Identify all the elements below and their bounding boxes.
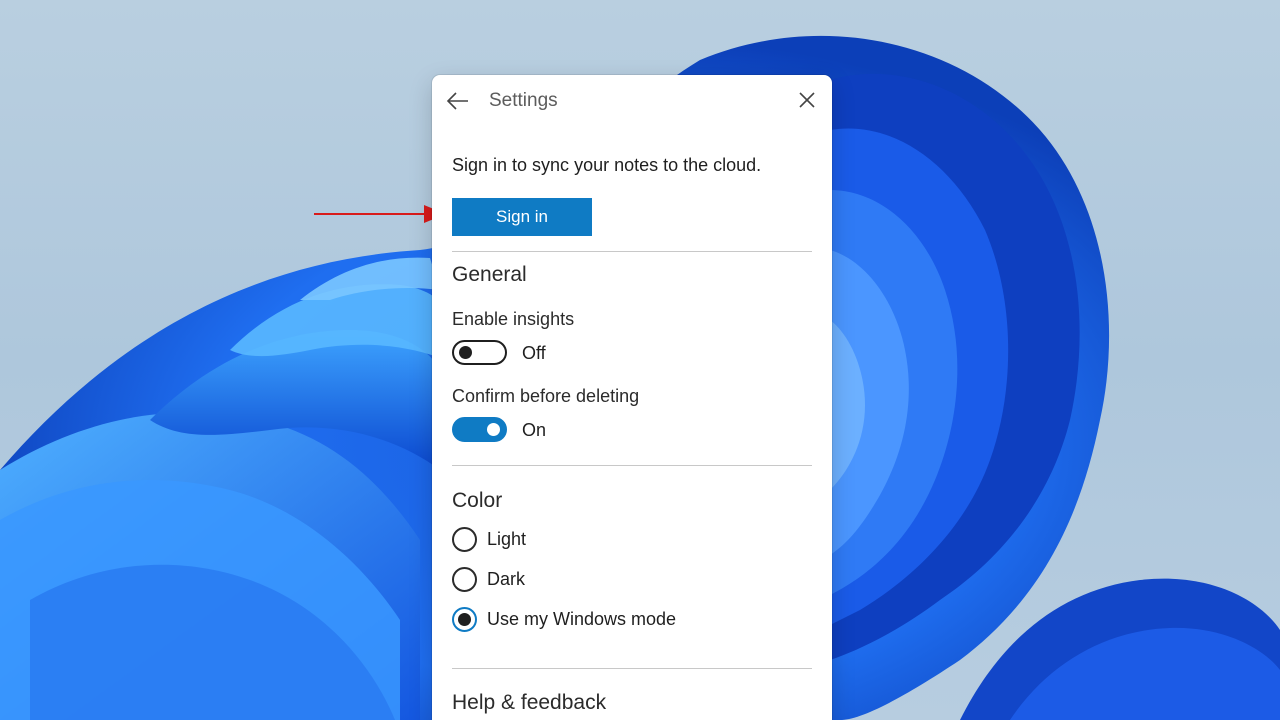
confirm-delete-label: Confirm before deleting	[452, 386, 640, 406]
radio-button[interactable]	[452, 527, 477, 552]
radio-option-dark[interactable]: Dark	[452, 567, 752, 593]
divider	[452, 465, 812, 466]
radio-button[interactable]	[452, 607, 477, 632]
enable-insights-state: Off	[522, 343, 546, 363]
radio-selected-dot	[458, 613, 471, 626]
general-heading: General	[452, 263, 527, 286]
radio-option-light[interactable]: Light	[452, 527, 752, 553]
back-button[interactable]	[444, 87, 472, 115]
divider	[452, 668, 812, 669]
title-bar: Settings	[432, 75, 832, 127]
divider	[452, 251, 812, 252]
arrow-left-icon	[446, 92, 468, 110]
confirm-delete-state: On	[522, 420, 547, 440]
sync-message: Sign in to sync your notes to the cloud.	[452, 155, 762, 175]
close-button[interactable]	[794, 87, 820, 113]
radio-label: Use my Windows mode	[487, 609, 677, 629]
radio-label: Light	[487, 529, 527, 549]
toggle-knob	[459, 346, 472, 359]
toggle-knob	[487, 423, 500, 436]
annotation-arrow	[314, 205, 446, 223]
radio-button[interactable]	[452, 567, 477, 592]
sign-in-button[interactable]: Sign in	[452, 198, 592, 236]
help-feedback-heading: Help & feedback	[452, 691, 607, 714]
page-title: Settings	[489, 90, 558, 111]
radio-label: Dark	[487, 569, 526, 589]
color-heading: Color	[452, 489, 503, 512]
settings-panel: Settings Sign in to sync your notes to t…	[432, 75, 832, 720]
enable-insights-toggle[interactable]	[452, 340, 507, 365]
desktop: Settings Sign in to sync your notes to t…	[0, 0, 1280, 720]
close-icon	[799, 92, 815, 108]
radio-option-windows-mode[interactable]: Use my Windows mode	[452, 607, 752, 633]
confirm-delete-toggle[interactable]	[452, 417, 507, 442]
enable-insights-label: Enable insights	[452, 309, 575, 329]
